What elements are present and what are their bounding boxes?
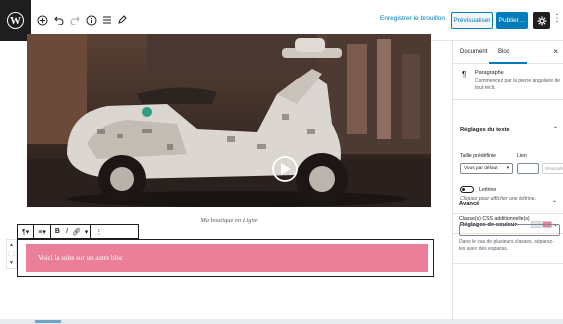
settings-button[interactable] [533,12,550,29]
tab-document[interactable]: Document [460,49,487,55]
tab-block[interactable]: Bloc [498,49,510,55]
redo-icon[interactable] [68,13,82,27]
css-class-help: Dans le cas de plusieurs classes, sépare… [459,239,554,252]
block-toolbar: ¶▾ ≡▾ B I 🔗︎ ▾ ⋮ [17,224,139,239]
paragraph-icon: ¶ [462,70,467,79]
pencil-icon[interactable] [115,13,129,27]
chevron-up-icon[interactable]: ⌃ [552,200,557,207]
css-class-input[interactable] [459,224,560,236]
block-mover[interactable]: ▲ ⋮⋮ ▼ [6,239,17,269]
text-settings-title[interactable]: Réglages du texte [460,127,510,133]
block-card-description: Commencez par la pierre angulaire de tou… [475,78,561,91]
settings-sidebar: Document Bloc × ¶ Paragraphe Commencez p… [452,41,563,319]
image-caption[interactable]: Ma boutique en Ligne [27,217,431,224]
block-more-options-icon[interactable]: ⋮ [91,225,106,238]
dropcap-label: Lettrine [479,187,497,193]
publish-button[interactable]: Publier… [496,12,528,29]
align-icon[interactable]: ≡▾ [34,225,50,238]
save-draft-link[interactable]: Enregistrer le brouillon [380,15,445,22]
gear-icon [537,16,546,25]
colored-paragraph-block[interactable]: Voici la suite sur un autre bloc [26,244,428,272]
custom-size-label: Lien [517,153,527,159]
bold-icon[interactable]: B [51,225,64,238]
info-icon[interactable] [84,13,98,27]
preset-size-value: Vous par défaut [464,166,498,171]
move-down-icon[interactable]: ▼ [9,260,14,266]
css-class-label: Classe(s) CSS additionnelle(s) [459,216,530,222]
custom-size-input[interactable] [517,163,539,174]
editor-canvas: Ma boutique en Ligne ¶▾ ≡▾ B I 🔗︎ ▾ ⋮ ▲ … [0,34,452,319]
preset-size-select[interactable]: Vous par défaut ▾ [460,163,513,174]
preset-size-label: Taille prédéfinie [460,153,497,159]
block-card: ¶ Paragraphe Commencez par la pierre ang… [453,64,563,100]
list-view-icon[interactable] [100,13,114,27]
reset-button[interactable]: Réinitialiser [542,163,563,174]
advanced-title[interactable]: Avancé [459,201,479,207]
more-formatting-icon[interactable]: ▾ [83,225,91,238]
close-icon[interactable]: × [553,47,558,56]
drag-handle-icon[interactable]: ⋮⋮ [7,251,17,257]
block-card-title: Paragraphe [475,70,504,76]
plus-icon[interactable] [35,13,49,27]
link-icon[interactable]: 🔗︎ [70,225,83,238]
undo-icon[interactable] [52,13,66,27]
dropcap-toggle[interactable] [460,186,474,193]
paragraph-transform-icon[interactable]: ¶▾ [18,225,33,238]
scooter-photo [27,34,431,207]
panel-divider [453,213,563,214]
panel-divider [452,263,563,264]
more-options-icon[interactable]: ⋮ [552,13,562,24]
bottom-status-bar [0,319,563,324]
scooter-image-block[interactable] [27,34,431,207]
chevron-down-icon: ▾ [506,166,509,171]
preview-button[interactable]: Prévisualiser [451,12,493,29]
chevron-up-icon[interactable]: ⌃ [553,126,558,133]
sidebar-tabs: Document Bloc × [453,41,563,64]
move-up-icon[interactable]: ▲ [9,242,14,248]
bottom-scroll-indicator[interactable] [35,320,61,323]
wordpress-logo-icon: W [7,12,24,29]
